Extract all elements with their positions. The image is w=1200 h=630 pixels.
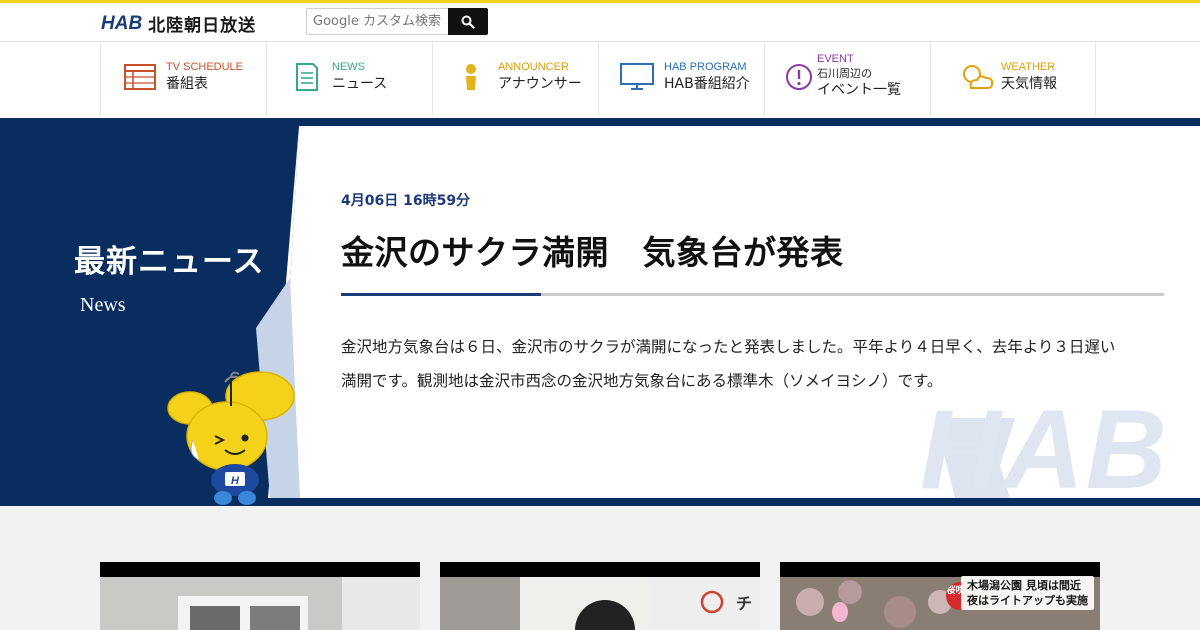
nav-item-announcer[interactable]: ANNOUNCER アナウンサー xyxy=(432,42,598,116)
nav-en-label: ANNOUNCER xyxy=(498,61,569,73)
featured-article: 4月06日 16時59分 金沢のサクラ満開 気象台が発表 金沢地方気象台は６日、… xyxy=(341,190,1164,390)
logo-mark: HAB xyxy=(101,12,143,34)
title-divider-accent xyxy=(341,293,541,296)
mascot-image: H xyxy=(167,371,295,505)
watermark-logo: HAB xyxy=(920,387,1169,512)
nav-en-label: TV SCHEDULE xyxy=(166,61,244,73)
nav-en-label: NEWS xyxy=(332,61,365,73)
nav-jp-label: 石川周辺の xyxy=(817,67,872,80)
nav-item-hab-program[interactable]: HAB PROGRAM HAB番組紹介 xyxy=(598,42,764,116)
nav-en-label: HAB PROGRAM xyxy=(664,61,747,73)
news-card[interactable]: チ xyxy=(440,562,760,630)
nav-jp-label: HAB番組紹介 xyxy=(664,76,750,92)
nav-en-label: WEATHER xyxy=(1001,61,1056,73)
nav-jp-label: 天気情報 xyxy=(1001,76,1057,92)
search-icon xyxy=(461,15,475,29)
card-caption: チ xyxy=(736,594,753,613)
announcer-icon xyxy=(466,64,476,90)
news-card[interactable] xyxy=(100,562,420,630)
hero-section: 最新ニュース News HAB H 4月06日 16時59分 金沢のサクラ満開 … xyxy=(0,118,1200,506)
logo-name: 北陸朝日放送 xyxy=(148,16,257,36)
article-date: 4月06日 16時59分 xyxy=(341,193,471,209)
monitor-icon xyxy=(620,63,654,90)
svg-text:H: H xyxy=(231,475,240,487)
search-input[interactable] xyxy=(306,8,448,35)
card-thumbnail xyxy=(440,562,760,630)
news-card-grid: チ 桜咲く 木場潟公園 見頃は間近 夜はライトアップも実施 xyxy=(100,562,1100,630)
card-thumbnail xyxy=(100,562,420,630)
hero-label: 最新ニュース xyxy=(74,244,265,280)
nav-item-weather[interactable]: WEATHER 天気情報 xyxy=(930,42,1096,116)
tv-schedule-icon xyxy=(124,64,156,90)
main-nav: TV SCHEDULE 番組表 NEWS ニュース ANNOUNCER アナウン… xyxy=(0,42,1200,118)
nav-jp-label: ニュース xyxy=(332,76,388,92)
hero-sublabel: News xyxy=(80,294,126,316)
card-caption-line1: 木場潟公園 見頃は間近 xyxy=(967,579,1081,592)
card-caption: 木場潟公園 見頃は間近 夜はライトアップも実施 xyxy=(961,576,1094,610)
card-caption-line2: 夜はライトアップも実施 xyxy=(967,594,1088,607)
event-icon xyxy=(786,64,812,90)
article-body: 金沢地方気象台は６日、金沢市のサクラが満開になったと発表しました。平年より４日早… xyxy=(341,338,1116,390)
nav-item-news[interactable]: NEWS ニュース xyxy=(266,42,432,116)
nav-jp-label-2: イベント一覧 xyxy=(817,82,901,98)
search-form xyxy=(306,8,488,35)
nav-jp-label: アナウンサー xyxy=(498,76,582,92)
site-logo[interactable]: HAB 北陸朝日放送 xyxy=(101,11,257,37)
article-title[interactable]: 金沢のサクラ満開 気象台が発表 xyxy=(341,226,1164,274)
nav-jp-label: 番組表 xyxy=(166,76,208,92)
news-card[interactable]: 桜咲く 木場潟公園 見頃は間近 夜はライトアップも実施 xyxy=(780,562,1100,630)
search-button[interactable] xyxy=(448,8,488,35)
news-icon xyxy=(296,63,318,91)
top-bar: HAB 北陸朝日放送 xyxy=(0,0,1200,42)
nav-item-event[interactable]: EVENT 石川周辺の イベント一覧 xyxy=(764,42,930,116)
nav-item-tv-schedule[interactable]: TV SCHEDULE 番組表 xyxy=(100,42,266,116)
nav-en-label: EVENT xyxy=(817,53,854,65)
weather-icon xyxy=(963,65,994,89)
